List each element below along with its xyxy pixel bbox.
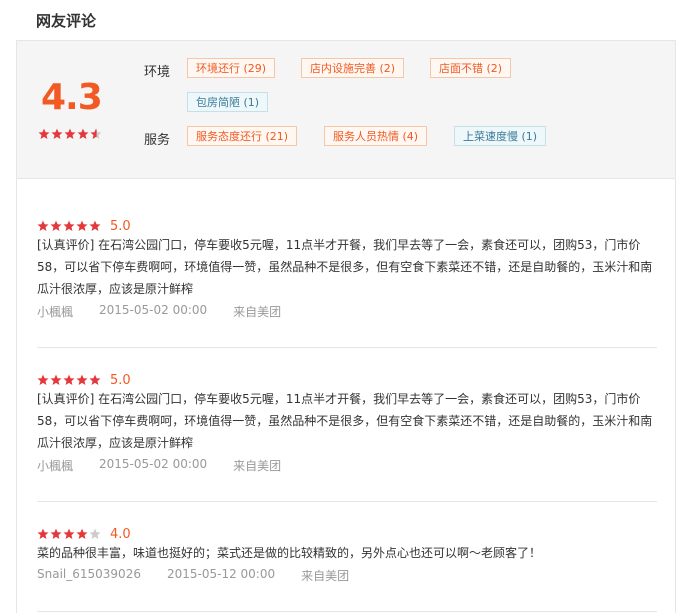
star-full-icon bbox=[76, 528, 88, 540]
review-source: 来自美团 bbox=[233, 305, 282, 319]
rating-summary: 4.3 环境 环境还行 (29) 店内设施完善 (2) 店面不错 (2) 包房简… bbox=[17, 41, 675, 179]
star-half-icon bbox=[90, 128, 102, 140]
review-date: 2015-05-02 00:00 bbox=[99, 303, 208, 317]
category-label-service: 服务 bbox=[144, 133, 171, 148]
review-text: [认真评价] 在石湾公园门口，停车要收5元喔，11点半才开餐，我们早去等了一会，… bbox=[37, 392, 653, 450]
tag-service-attitude-ok[interactable]: 服务态度还行 (21) bbox=[187, 126, 298, 146]
star-full-icon bbox=[63, 220, 75, 232]
review-score: 5.0 bbox=[110, 372, 131, 388]
tag-staff-enthusiastic[interactable]: 服务人员热情 (4) bbox=[324, 126, 428, 146]
star-full-icon bbox=[37, 220, 49, 232]
star-full-icon bbox=[38, 128, 50, 140]
star-full-icon bbox=[63, 374, 75, 386]
review-score: 5.0 bbox=[110, 218, 131, 234]
review-star-rating bbox=[37, 528, 101, 540]
review-source: 来自美团 bbox=[233, 459, 282, 473]
section-title: 网友评论 bbox=[36, 12, 97, 30]
review-item: 4.0 菜的品种很丰富，味道也挺好的；菜式还是做的比较精致的，另外点心也还可以啊… bbox=[37, 527, 657, 584]
review-text: [认真评价] 在石湾公园门口，停车要收5元喔，11点半才开餐，我们早去等了一会，… bbox=[37, 238, 653, 296]
review-item: 5.0 [认真评价] 在石湾公园门口，停车要收5元喔，11点半才开餐，我们早去等… bbox=[37, 373, 657, 474]
reviews-panel: 4.3 环境 环境还行 (29) 店内设施完善 (2) 店面不错 (2) 包房简… bbox=[16, 40, 676, 613]
star-full-icon bbox=[50, 528, 62, 540]
star-full-icon bbox=[77, 128, 89, 140]
star-full-icon bbox=[51, 128, 63, 140]
review-date: 2015-05-12 00:00 bbox=[166, 567, 276, 581]
star-full-icon bbox=[89, 374, 101, 386]
star-empty-icon bbox=[89, 528, 101, 540]
review-divider bbox=[37, 347, 657, 348]
star-full-icon bbox=[50, 374, 62, 386]
tag-facilities-complete[interactable]: 店内设施完善 (2) bbox=[301, 58, 405, 78]
review-star-rating bbox=[37, 220, 101, 232]
review-divider bbox=[37, 611, 657, 612]
overall-score: 4.3 bbox=[41, 77, 103, 118]
star-full-icon bbox=[37, 528, 49, 540]
tag-private-room-shabby[interactable]: 包房简陋 (1) bbox=[187, 92, 269, 112]
star-full-icon bbox=[63, 528, 75, 540]
category-label-environment: 环境 bbox=[144, 65, 171, 80]
overall-star-rating bbox=[38, 128, 102, 140]
review-text: 菜的品种很丰富，味道也挺好的；菜式还是做的比较精致的，另外点心也还可以啊～老顾客… bbox=[37, 546, 542, 560]
star-full-icon bbox=[37, 374, 49, 386]
tag-storefront-good[interactable]: 店面不错 (2) bbox=[430, 58, 512, 78]
review-source: 来自美团 bbox=[301, 569, 350, 583]
review-star-rating bbox=[37, 374, 101, 386]
review-author[interactable]: 小楓楓 bbox=[37, 303, 73, 320]
star-full-icon bbox=[89, 220, 101, 232]
star-full-icon bbox=[64, 128, 76, 140]
review-author[interactable]: Snail_615039026 bbox=[37, 567, 141, 584]
tag-slow-serving[interactable]: 上菜速度慢 (1) bbox=[454, 126, 547, 146]
star-full-icon bbox=[76, 374, 88, 386]
review-item: 5.0 [认真评价] 在石湾公园门口，停车要收5元喔，11点半才开餐，我们早去等… bbox=[37, 219, 657, 320]
star-full-icon bbox=[50, 220, 62, 232]
tag-environment-ok[interactable]: 环境还行 (29) bbox=[187, 58, 276, 78]
review-date: 2015-05-02 00:00 bbox=[99, 457, 208, 471]
review-divider bbox=[37, 501, 657, 502]
star-full-icon bbox=[76, 220, 88, 232]
review-score: 4.0 bbox=[110, 526, 131, 542]
review-author[interactable]: 小楓楓 bbox=[37, 457, 73, 474]
